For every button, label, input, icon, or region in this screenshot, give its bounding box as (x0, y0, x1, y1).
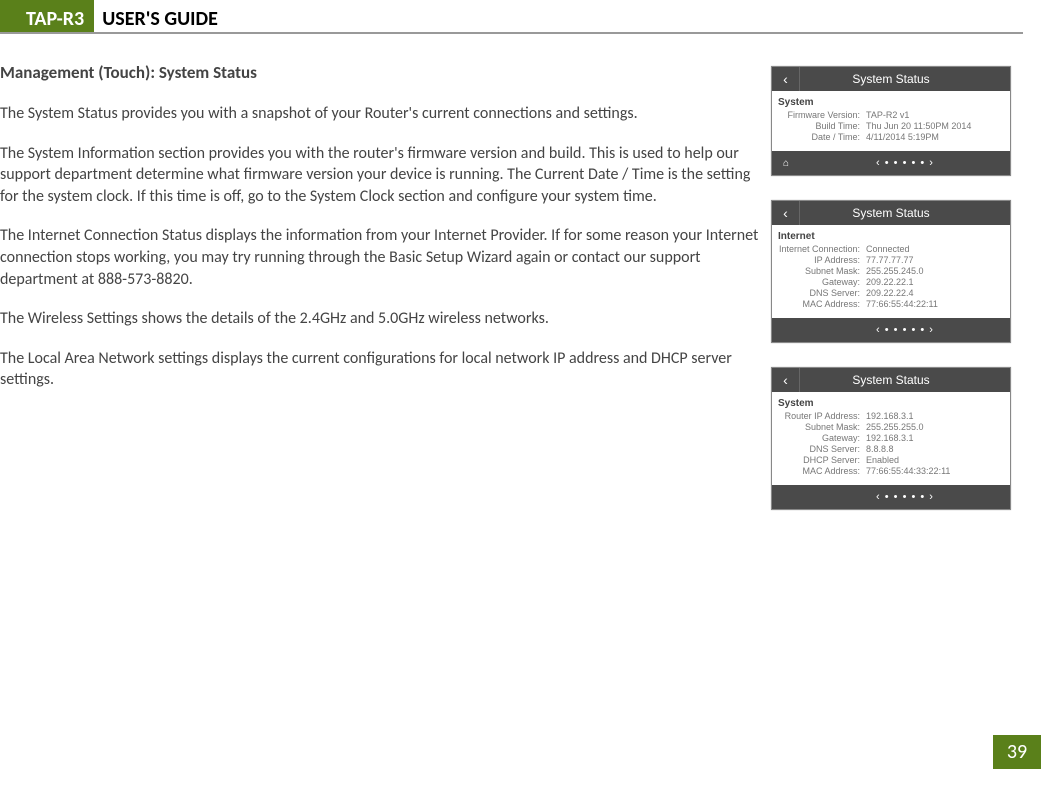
mini-body: Internet Internet Connection:Connected I… (772, 225, 1010, 318)
page-body: Management (Touch): System Status The Sy… (0, 34, 1041, 510)
mini-screenshot-lan: ‹ System Status System Router IP Address… (771, 367, 1011, 510)
row-value: 77:66:55:44:33:22:11 (866, 466, 1004, 476)
header-accent (0, 0, 18, 32)
row-label: Gateway: (778, 433, 866, 443)
row-label: MAC Address: (778, 299, 866, 309)
row-value: Connected (866, 244, 1004, 254)
text-column: Management (Touch): System Status The Sy… (0, 62, 771, 510)
table-row: Subnet Mask:255.255.255.0 (778, 422, 1004, 432)
row-label: Build Time: (778, 121, 866, 131)
page-number: 39 (993, 735, 1041, 769)
row-value: 4/11/2014 5:19PM (866, 132, 1004, 142)
mini-body: System Firmware Version: TAP-R2 v1 Build… (772, 91, 1010, 151)
mini-title: System Status (800, 72, 1010, 86)
mini-title: System Status (800, 206, 1010, 220)
doc-header: TAP-R3 USER'S GUIDE (0, 0, 1023, 34)
screenshots-column: ‹ System Status System Firmware Version:… (771, 62, 1021, 510)
paragraph: The Internet Connection Status displays … (0, 225, 759, 290)
row-value: TAP-R2 v1 (866, 110, 1004, 120)
table-row: Gateway:209.22.22.1 (778, 277, 1004, 287)
back-icon[interactable]: ‹ (772, 201, 800, 225)
row-label: Gateway: (778, 277, 866, 287)
mini-footer: ⌂ ‹ • • • • • › (772, 151, 1010, 175)
mini-screenshot-system: ‹ System Status System Firmware Version:… (771, 66, 1011, 176)
mini-screenshot-internet: ‹ System Status Internet Internet Connec… (771, 200, 1011, 343)
row-value: 255.255.255.0 (866, 422, 1004, 432)
home-icon[interactable]: ⌂ (772, 158, 800, 169)
back-icon[interactable]: ‹ (772, 368, 800, 392)
row-label: DNS Server: (778, 444, 866, 454)
mini-titlebar: ‹ System Status (772, 67, 1010, 91)
mini-footer: ‹ • • • • • › (772, 318, 1010, 342)
row-value: 192.168.3.1 (866, 411, 1004, 421)
row-label: Router IP Address: (778, 411, 866, 421)
back-icon[interactable]: ‹ (772, 67, 800, 91)
row-label: Internet Connection: (778, 244, 866, 254)
table-row: Date / Time: 4/11/2014 5:19PM (778, 132, 1004, 142)
row-label: IP Address: (778, 255, 866, 265)
row-value: 209.22.22.4 (866, 288, 1004, 298)
mini-section-label: Internet (778, 231, 1004, 242)
row-value: 77:66:55:44:22:11 (866, 299, 1004, 309)
table-row: Router IP Address:192.168.3.1 (778, 411, 1004, 421)
row-value: 77.77.77.77 (866, 255, 1004, 265)
doc-title: USER'S GUIDE (94, 0, 218, 32)
row-label: DHCP Server: (778, 455, 866, 465)
row-value: Enabled (866, 455, 1004, 465)
product-badge: TAP-R3 (18, 0, 94, 32)
mini-title: System Status (800, 373, 1010, 387)
table-row: DNS Server:209.22.22.4 (778, 288, 1004, 298)
row-label: Subnet Mask: (778, 422, 866, 432)
table-row: MAC Address:77:66:55:44:33:22:11 (778, 466, 1004, 476)
table-row: Subnet Mask:255.255.245.0 (778, 266, 1004, 276)
row-label: DNS Server: (778, 288, 866, 298)
row-value: Thu Jun 20 11:50PM 2014 (866, 121, 1004, 131)
table-row: IP Address:77.77.77.77 (778, 255, 1004, 265)
row-value: 209.22.22.1 (866, 277, 1004, 287)
mini-section-label: System (778, 398, 1004, 409)
pager-dots[interactable]: ‹ • • • • • › (800, 157, 1010, 169)
row-label: Subnet Mask: (778, 266, 866, 276)
row-label: Firmware Version: (778, 110, 866, 120)
mini-body: System Router IP Address:192.168.3.1 Sub… (772, 392, 1010, 485)
row-value: 255.255.245.0 (866, 266, 1004, 276)
paragraph: The System Status provides you with a sn… (0, 103, 759, 125)
paragraph: The Local Area Network settings displays… (0, 348, 759, 391)
table-row: Internet Connection:Connected (778, 244, 1004, 254)
table-row: MAC Address:77:66:55:44:22:11 (778, 299, 1004, 309)
row-label: Date / Time: (778, 132, 866, 142)
paragraph: The Wireless Settings shows the details … (0, 308, 759, 330)
mini-titlebar: ‹ System Status (772, 368, 1010, 392)
table-row: Gateway:192.168.3.1 (778, 433, 1004, 443)
mini-footer: ‹ • • • • • › (772, 485, 1010, 509)
table-row: Firmware Version: TAP-R2 v1 (778, 110, 1004, 120)
row-value: 192.168.3.1 (866, 433, 1004, 443)
table-row: DHCP Server:Enabled (778, 455, 1004, 465)
row-value: 8.8.8.8 (866, 444, 1004, 454)
mini-titlebar: ‹ System Status (772, 201, 1010, 225)
table-row: Build Time: Thu Jun 20 11:50PM 2014 (778, 121, 1004, 131)
pager-dots[interactable]: ‹ • • • • • › (800, 324, 1010, 336)
paragraph: The System Information section provides … (0, 143, 759, 208)
row-label: MAC Address: (778, 466, 866, 476)
pager-dots[interactable]: ‹ • • • • • › (800, 491, 1010, 503)
table-row: DNS Server:8.8.8.8 (778, 444, 1004, 454)
section-heading: Management (Touch): System Status (0, 62, 759, 83)
mini-section-label: System (778, 97, 1004, 108)
